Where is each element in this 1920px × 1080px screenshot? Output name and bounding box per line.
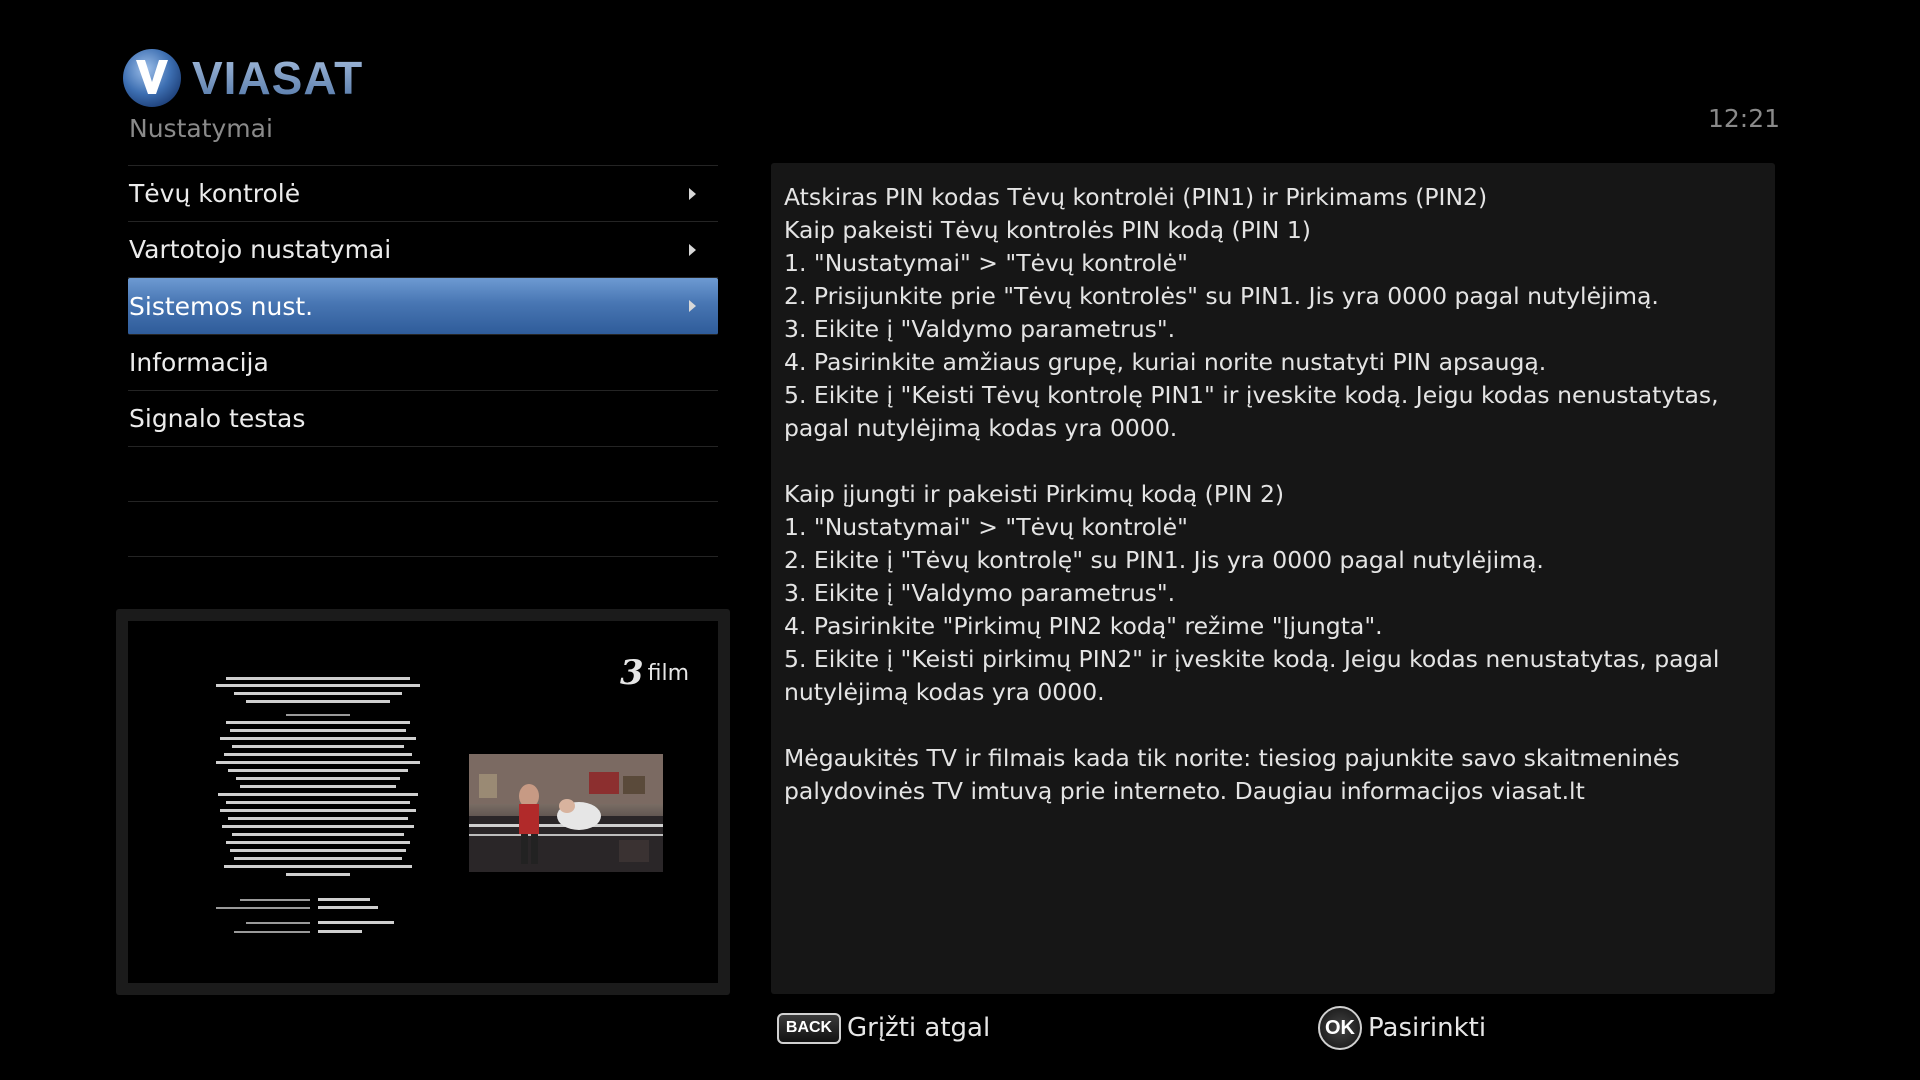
channel-word: film [647,660,690,686]
menu-item-label: Informacija [129,348,269,377]
end-credits-image [216,677,420,933]
info-panel: Atskiras PIN kodas Tėvų kontrolėi (PIN1)… [771,163,1775,994]
brand-name: VIASAT [192,52,364,104]
viasat-logo: VIASAT [122,48,363,108]
back-label: Grįžti atgal [847,1013,991,1043]
chevron-right-icon [689,243,696,256]
tv-preview-frame: 3 film [116,609,730,995]
menu-item-label: Tėvų kontrolė [129,179,301,208]
ok-key-icon: OK [1318,1006,1362,1050]
page-title: Nustatymai [129,114,273,143]
chevron-right-icon [689,300,696,312]
settings-menu: Tėvų kontrolė Vartotojo nustatymai Siste… [128,165,718,612]
menu-item-parental-control[interactable]: Tėvų kontrolė [128,165,718,222]
chevron-right-icon [689,187,696,200]
menu-item-label: Vartotojo nustatymai [129,235,392,264]
channel-logo: 3 film [620,653,689,693]
wrestling-scene-image [469,754,663,872]
menu-item-signal-test[interactable]: Signalo testas [128,391,718,447]
info-text: Atskiras PIN kodas Tėvų kontrolėi (PIN1)… [784,183,1720,805]
back-hint[interactable]: BACK Grįžti atgal [777,1007,990,1049]
menu-item-system-settings[interactable]: Sistemos nust. [128,278,718,335]
ok-label: Pasirinkti [1368,1013,1487,1043]
viasat-v-mark-icon [123,49,181,107]
menu-item-label: Signalo testas [129,404,306,433]
menu-item-information[interactable]: Informacija [128,335,718,391]
channel-number: 3 [620,653,644,693]
menu-item-user-settings[interactable]: Vartotojo nustatymai [128,222,718,278]
menu-item-empty [128,502,718,557]
menu-item-empty [128,557,718,612]
ok-hint[interactable]: OK Pasirinkti [1318,1006,1487,1050]
back-key-icon: BACK [777,1012,841,1044]
tv-preview-screen: 3 film [128,621,718,983]
video-thumbnail [469,754,663,872]
clock: 12:21 [1707,104,1780,133]
menu-item-empty [128,447,718,502]
menu-item-label: Sistemos nust. [129,291,314,321]
